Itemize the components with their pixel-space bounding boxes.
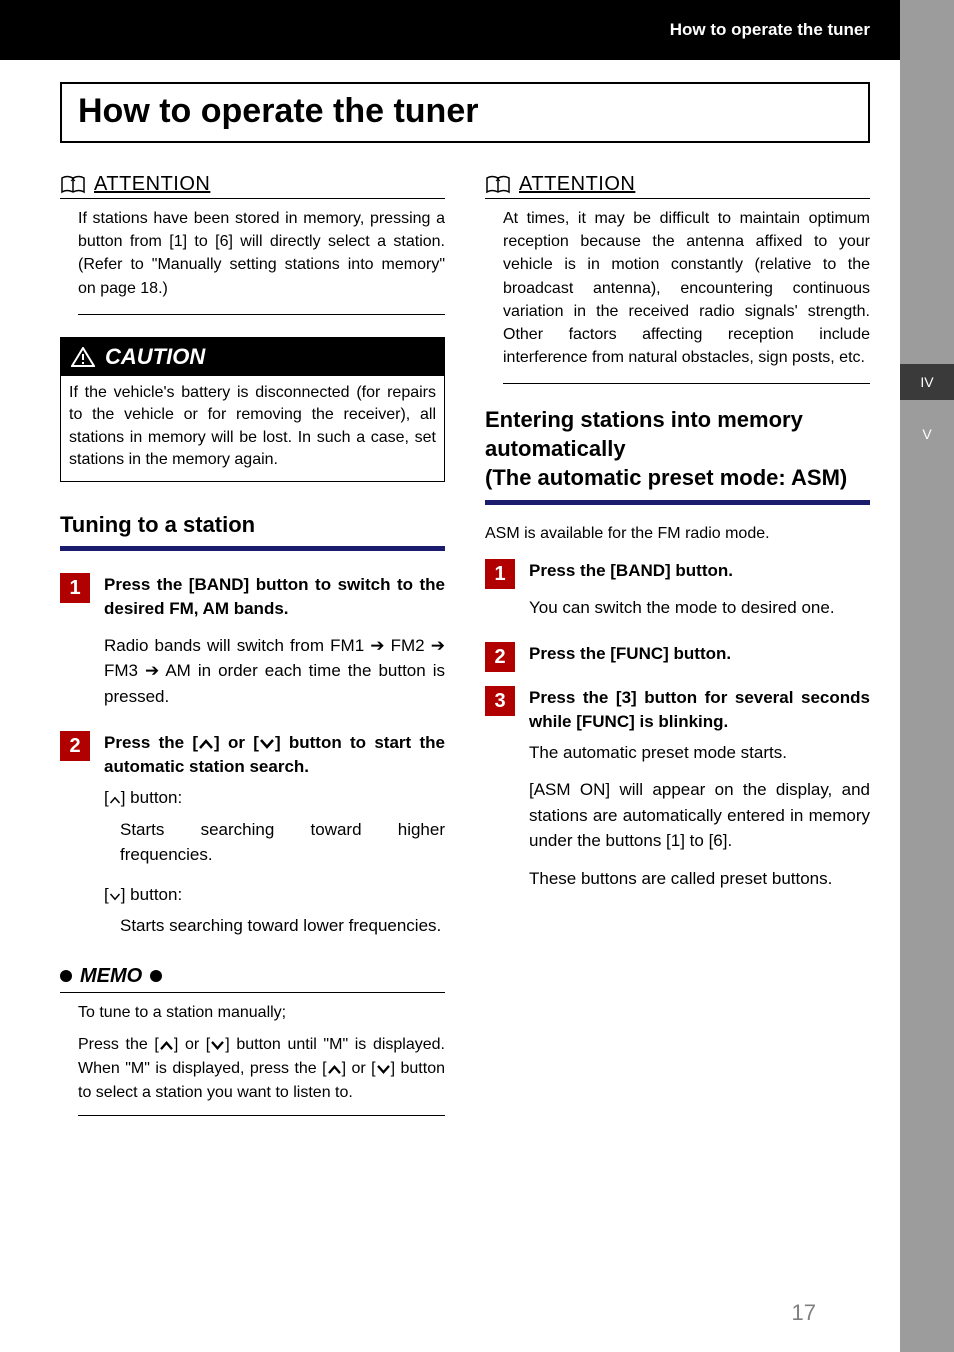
chevron-down-icon: [210, 1040, 225, 1051]
left-column: ATTENTION If stations have been stored i…: [60, 173, 445, 1116]
step2-up-label: [] button:: [104, 785, 445, 811]
step-number-2: 2: [60, 731, 90, 761]
chevron-up-icon: [327, 1064, 342, 1075]
asm-heading: Entering stations into memory automatica…: [485, 406, 870, 505]
step-number-2: 2: [485, 642, 515, 672]
memo-body: To tune to a station manually; Press the…: [78, 1001, 445, 1105]
right-step-1: 1 Press the [BAND] button. You can switc…: [485, 559, 870, 620]
book-icon: [60, 174, 86, 196]
right-column: ATTENTION At times, it may be difficult …: [485, 173, 870, 1116]
attention-text-left: If stations have been stored in memory, …: [78, 207, 445, 300]
caution-box: CAUTION If the vehicle's battery is disc…: [60, 337, 445, 483]
attention-label: ATTENTION: [94, 173, 210, 196]
chevron-up-icon: [159, 1040, 174, 1051]
warning-triangle-icon: [71, 347, 95, 367]
running-head: How to operate the tuner: [670, 20, 870, 40]
step1-title: Press the [BAND] button to switch to the…: [104, 573, 445, 621]
step2-title: Press the [] or [] button to start the a…: [104, 731, 445, 779]
page: How to operate the tuner How to operate …: [0, 0, 900, 1352]
chevron-down-icon: [376, 1064, 391, 1075]
step2-down-desc: Starts searching toward lower frequencie…: [120, 913, 445, 939]
header-bar: How to operate the tuner: [0, 0, 900, 60]
bullet-icon: [150, 970, 162, 982]
caution-label: CAUTION: [105, 344, 205, 370]
step3-desc2: [ASM ON] will appear on the display, and…: [529, 777, 870, 854]
step-number-1: 1: [60, 573, 90, 603]
attention-header-left: ATTENTION: [60, 173, 445, 199]
bullet-icon: [60, 970, 72, 982]
page-number: 17: [792, 1300, 816, 1326]
page-title: How to operate the tuner: [78, 92, 852, 131]
side-tab-column: IV V: [900, 0, 954, 1352]
right-step-3: 3 Press the [3] button for several secon…: [485, 686, 870, 891]
chevron-up-icon: [198, 738, 214, 750]
tuning-heading: Tuning to a station: [60, 512, 445, 551]
chevron-up-icon: [109, 795, 121, 805]
chevron-down-icon: [259, 738, 275, 750]
step2-up-desc: Starts searching toward higher frequenci…: [120, 817, 445, 868]
right-step-2: 2 Press the [FUNC] button.: [485, 642, 870, 672]
step1-desc: You can switch the mode to desired one.: [529, 595, 870, 621]
memo-line2: Press the [] or [] button until "M" is d…: [78, 1033, 445, 1105]
step3-title: Press the [3] button for several seconds…: [529, 686, 870, 734]
attention-header-right: ATTENTION: [485, 173, 870, 199]
side-tab-v[interactable]: V: [900, 416, 954, 452]
asm-intro: ASM is available for the FM radio mode.: [485, 525, 870, 543]
chevron-down-icon: [109, 892, 121, 902]
step1-desc: Radio bands will switch from FM1 ➔ FM2 ➔…: [104, 633, 445, 710]
side-tab-iv[interactable]: IV: [900, 364, 954, 400]
memo-line1: To tune to a station manually;: [78, 1001, 445, 1025]
step1-title: Press the [BAND] button.: [529, 559, 870, 583]
step3-desc3: These buttons are called preset buttons.: [529, 866, 870, 892]
book-icon: [485, 174, 511, 196]
left-step-1: 1 Press the [BAND] button to switch to t…: [60, 573, 445, 709]
caution-text: If the vehicle's battery is disconnected…: [61, 376, 444, 482]
memo-header: MEMO: [60, 965, 445, 993]
step-number-3: 3: [485, 686, 515, 716]
attention-label: ATTENTION: [519, 173, 635, 196]
step-number-1: 1: [485, 559, 515, 589]
attention-text-right: At times, it may be difficult to maintai…: [503, 207, 870, 369]
main-title-box: How to operate the tuner: [60, 82, 870, 143]
left-step-2: 2 Press the [] or [] button to start the…: [60, 731, 445, 938]
memo-label: MEMO: [80, 965, 142, 988]
step2-down-label: [] button:: [104, 882, 445, 908]
step3-desc1: The automatic preset mode starts.: [529, 740, 870, 766]
step2-title: Press the [FUNC] button.: [529, 642, 870, 666]
